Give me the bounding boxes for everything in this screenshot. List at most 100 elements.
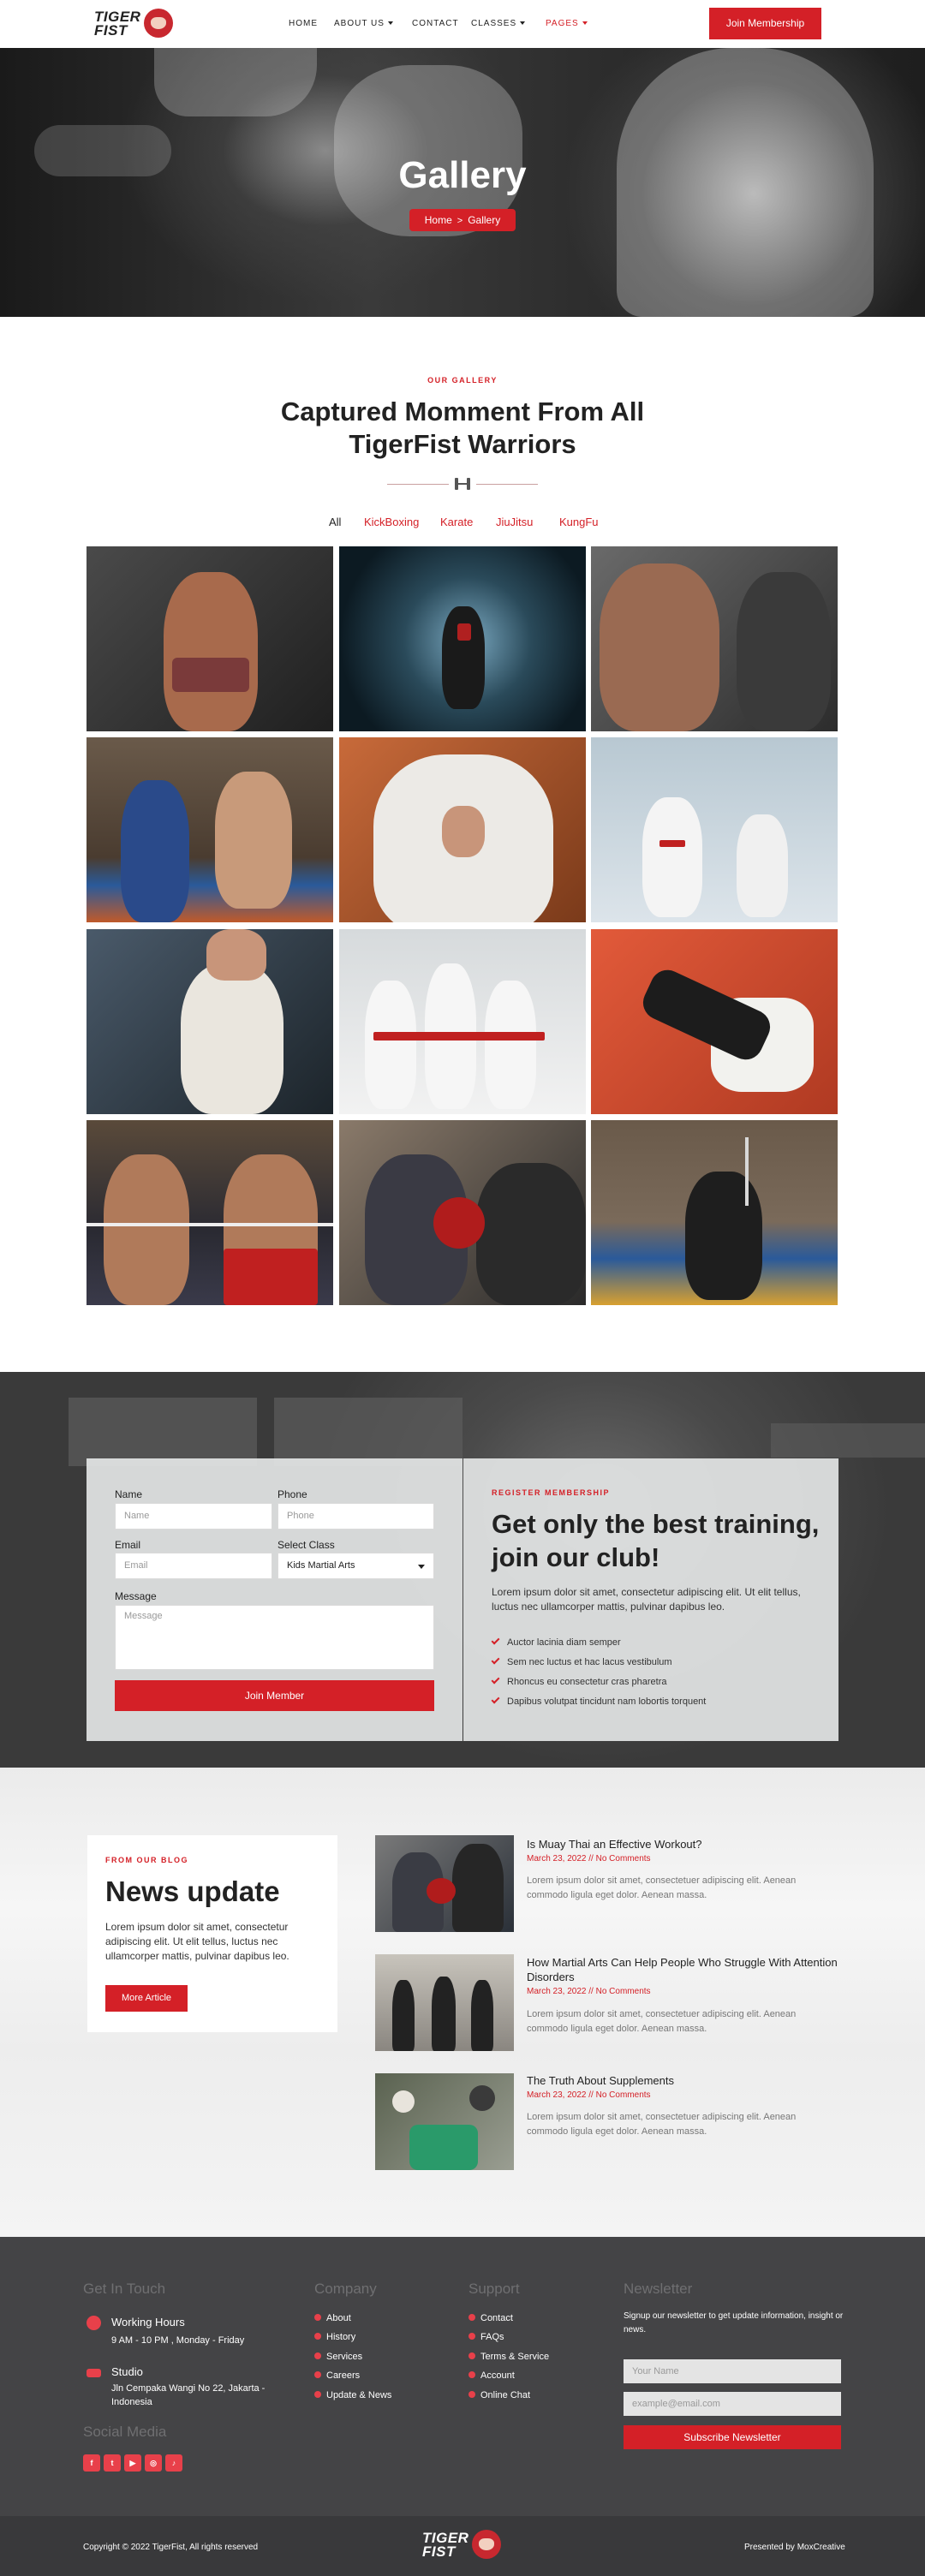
bullet-icon xyxy=(468,2371,475,2378)
twitter-icon[interactable]: t xyxy=(104,2454,121,2472)
logo-wordmark: TIGER FIST xyxy=(422,2530,469,2560)
message-label: Message xyxy=(115,1590,157,1602)
chevron-right-icon: > xyxy=(457,216,463,226)
check-icon xyxy=(491,1695,500,1704)
blog-post-title[interactable]: How Martial Arts Can Help People Who Str… xyxy=(527,1955,848,1984)
class-select[interactable]: Kids Martial Arts xyxy=(278,1553,434,1579)
footer-link-online-chat[interactable]: Online Chat xyxy=(468,2390,530,2401)
facebook-icon[interactable]: f xyxy=(83,2454,100,2472)
gallery-image[interactable] xyxy=(87,929,333,1114)
comments-link[interactable]: No Comments xyxy=(596,1854,651,1863)
blog-post-title[interactable]: Is Muay Thai an Effective Workout? xyxy=(527,1837,848,1852)
comments-link[interactable]: No Comments xyxy=(596,1987,651,1996)
footer-link-history[interactable]: History xyxy=(314,2332,355,2343)
more-article-button[interactable]: More Article xyxy=(105,1985,188,2012)
blog-post-image-figure xyxy=(432,1977,456,2051)
logo-wordmark: TIGER FIST xyxy=(94,9,141,39)
blog-post-image[interactable] xyxy=(375,1954,514,2051)
footer-link-services[interactable]: Services xyxy=(314,2352,362,2363)
membership-title: Get only the best training, join our clu… xyxy=(492,1509,820,1572)
gallery-image[interactable] xyxy=(87,1120,333,1305)
gallery-image[interactable] xyxy=(339,1120,586,1305)
gallery-image-figure xyxy=(642,797,702,917)
message-textarea[interactable]: Message xyxy=(115,1605,434,1670)
filter-kickboxing[interactable]: KickBoxing xyxy=(364,516,419,529)
gallery-image-figure xyxy=(457,623,471,641)
gallery-image[interactable] xyxy=(591,1120,838,1305)
phone-input[interactable]: Phone xyxy=(278,1503,434,1530)
blog-post-title[interactable]: The Truth About Supplements xyxy=(527,2073,848,2088)
studio-title: Studio xyxy=(111,2365,143,2378)
page-title: Gallery xyxy=(398,154,527,196)
gallery-image[interactable] xyxy=(87,546,333,731)
gallery-image-figure xyxy=(181,963,283,1114)
blog-post-image-figure xyxy=(452,1844,504,1932)
gallery-eyebrow: OUR GALLERY xyxy=(427,376,498,385)
filter-kungfu[interactable]: KungFu xyxy=(559,516,599,529)
filter-all[interactable]: All xyxy=(329,516,341,529)
footer-link-careers[interactable]: Careers xyxy=(314,2370,360,2382)
join-member-button[interactable]: Join Member xyxy=(115,1680,434,1711)
site-header: TIGER FIST HOME ABOUT US CONTACT CLASSES… xyxy=(0,0,925,48)
gallery-image[interactable] xyxy=(591,737,838,922)
gallery-image-figure xyxy=(373,1032,545,1041)
breadcrumb-current: Gallery xyxy=(468,214,501,226)
footer-company-heading: Company xyxy=(314,2281,377,2297)
gallery-image[interactable] xyxy=(591,546,838,731)
bullet-icon xyxy=(314,2333,321,2340)
nav-classes[interactable]: CLASSES xyxy=(471,19,526,29)
copyright-text: Copyright © 2022 TigerFist, All rights r… xyxy=(83,2543,259,2552)
footer-link-about[interactable]: About xyxy=(314,2313,351,2324)
gallery-image[interactable] xyxy=(339,929,586,1114)
site-logo[interactable]: TIGER FIST xyxy=(94,7,175,41)
breadcrumb-home-link[interactable]: Home xyxy=(425,214,452,226)
filter-karate[interactable]: Karate xyxy=(440,516,473,529)
nav-home[interactable]: HOME xyxy=(289,19,318,29)
dumbbell-icon xyxy=(455,478,470,490)
blog-post-image-figure xyxy=(469,2085,495,2111)
comments-link[interactable]: No Comments xyxy=(596,2090,651,2100)
footer-link-contact[interactable]: Contact xyxy=(468,2313,513,2324)
breadcrumb: Home > Gallery xyxy=(409,209,516,231)
footer-link-update-news[interactable]: Update & News xyxy=(314,2390,391,2401)
gallery-image-figure xyxy=(442,806,485,857)
nav-contact[interactable]: CONTACT xyxy=(412,19,459,29)
background-window xyxy=(69,1398,257,1466)
check-icon xyxy=(491,1675,500,1685)
newsletter-name-input[interactable]: Your Name xyxy=(624,2359,841,2383)
instagram-icon[interactable]: ◎ xyxy=(145,2454,162,2472)
youtube-icon[interactable]: ▶ xyxy=(124,2454,141,2472)
blog-post-meta: March 23, 2022 // No Comments xyxy=(527,1854,651,1863)
blog-eyebrow: FROM OUR BLOG xyxy=(105,1856,188,1864)
tiktok-icon[interactable]: ♪ xyxy=(165,2454,182,2472)
email-input[interactable]: Email xyxy=(115,1553,272,1579)
blog-post-image[interactable] xyxy=(375,1835,514,1932)
gallery-image-figure xyxy=(215,772,292,909)
benefit-item: Dapibus volutpat tincidunt nam lobortis … xyxy=(491,1695,706,1708)
gallery-image-figure xyxy=(659,840,685,847)
newsletter-email-input[interactable]: example@email.com xyxy=(624,2392,841,2416)
gallery-image[interactable] xyxy=(87,737,333,922)
benefit-item: Auctor lacinia diam semper xyxy=(491,1636,621,1649)
footer-logo[interactable]: TIGER FIST xyxy=(422,2528,503,2562)
gallery-image[interactable] xyxy=(339,737,586,922)
footer-link-account[interactable]: Account xyxy=(468,2370,515,2382)
join-membership-button[interactable]: Join Membership xyxy=(709,8,821,39)
gallery-image[interactable] xyxy=(339,546,586,731)
subscribe-newsletter-button[interactable]: Subscribe Newsletter xyxy=(624,2425,841,2449)
name-input[interactable]: Name xyxy=(115,1503,272,1530)
filter-jiujitsu[interactable]: JiuJitsu xyxy=(496,516,533,529)
dumbbell-icon xyxy=(87,2369,101,2377)
divider-line xyxy=(387,484,449,485)
footer-link-terms[interactable]: Terms & Service xyxy=(468,2352,549,2363)
blog-post-meta: March 23, 2022 // No Comments xyxy=(527,1987,651,1996)
gallery-image-figure xyxy=(433,1197,485,1249)
bullet-icon xyxy=(468,2352,475,2359)
gallery-image-figure xyxy=(365,981,416,1109)
newsletter-text: Signup our newsletter to get update info… xyxy=(624,2311,844,2334)
nav-pages[interactable]: PAGES xyxy=(546,19,588,29)
nav-about-us[interactable]: ABOUT US xyxy=(334,19,393,29)
gallery-image[interactable] xyxy=(591,929,838,1114)
footer-link-faqs[interactable]: FAQs xyxy=(468,2332,504,2343)
blog-post-image[interactable] xyxy=(375,2073,514,2170)
